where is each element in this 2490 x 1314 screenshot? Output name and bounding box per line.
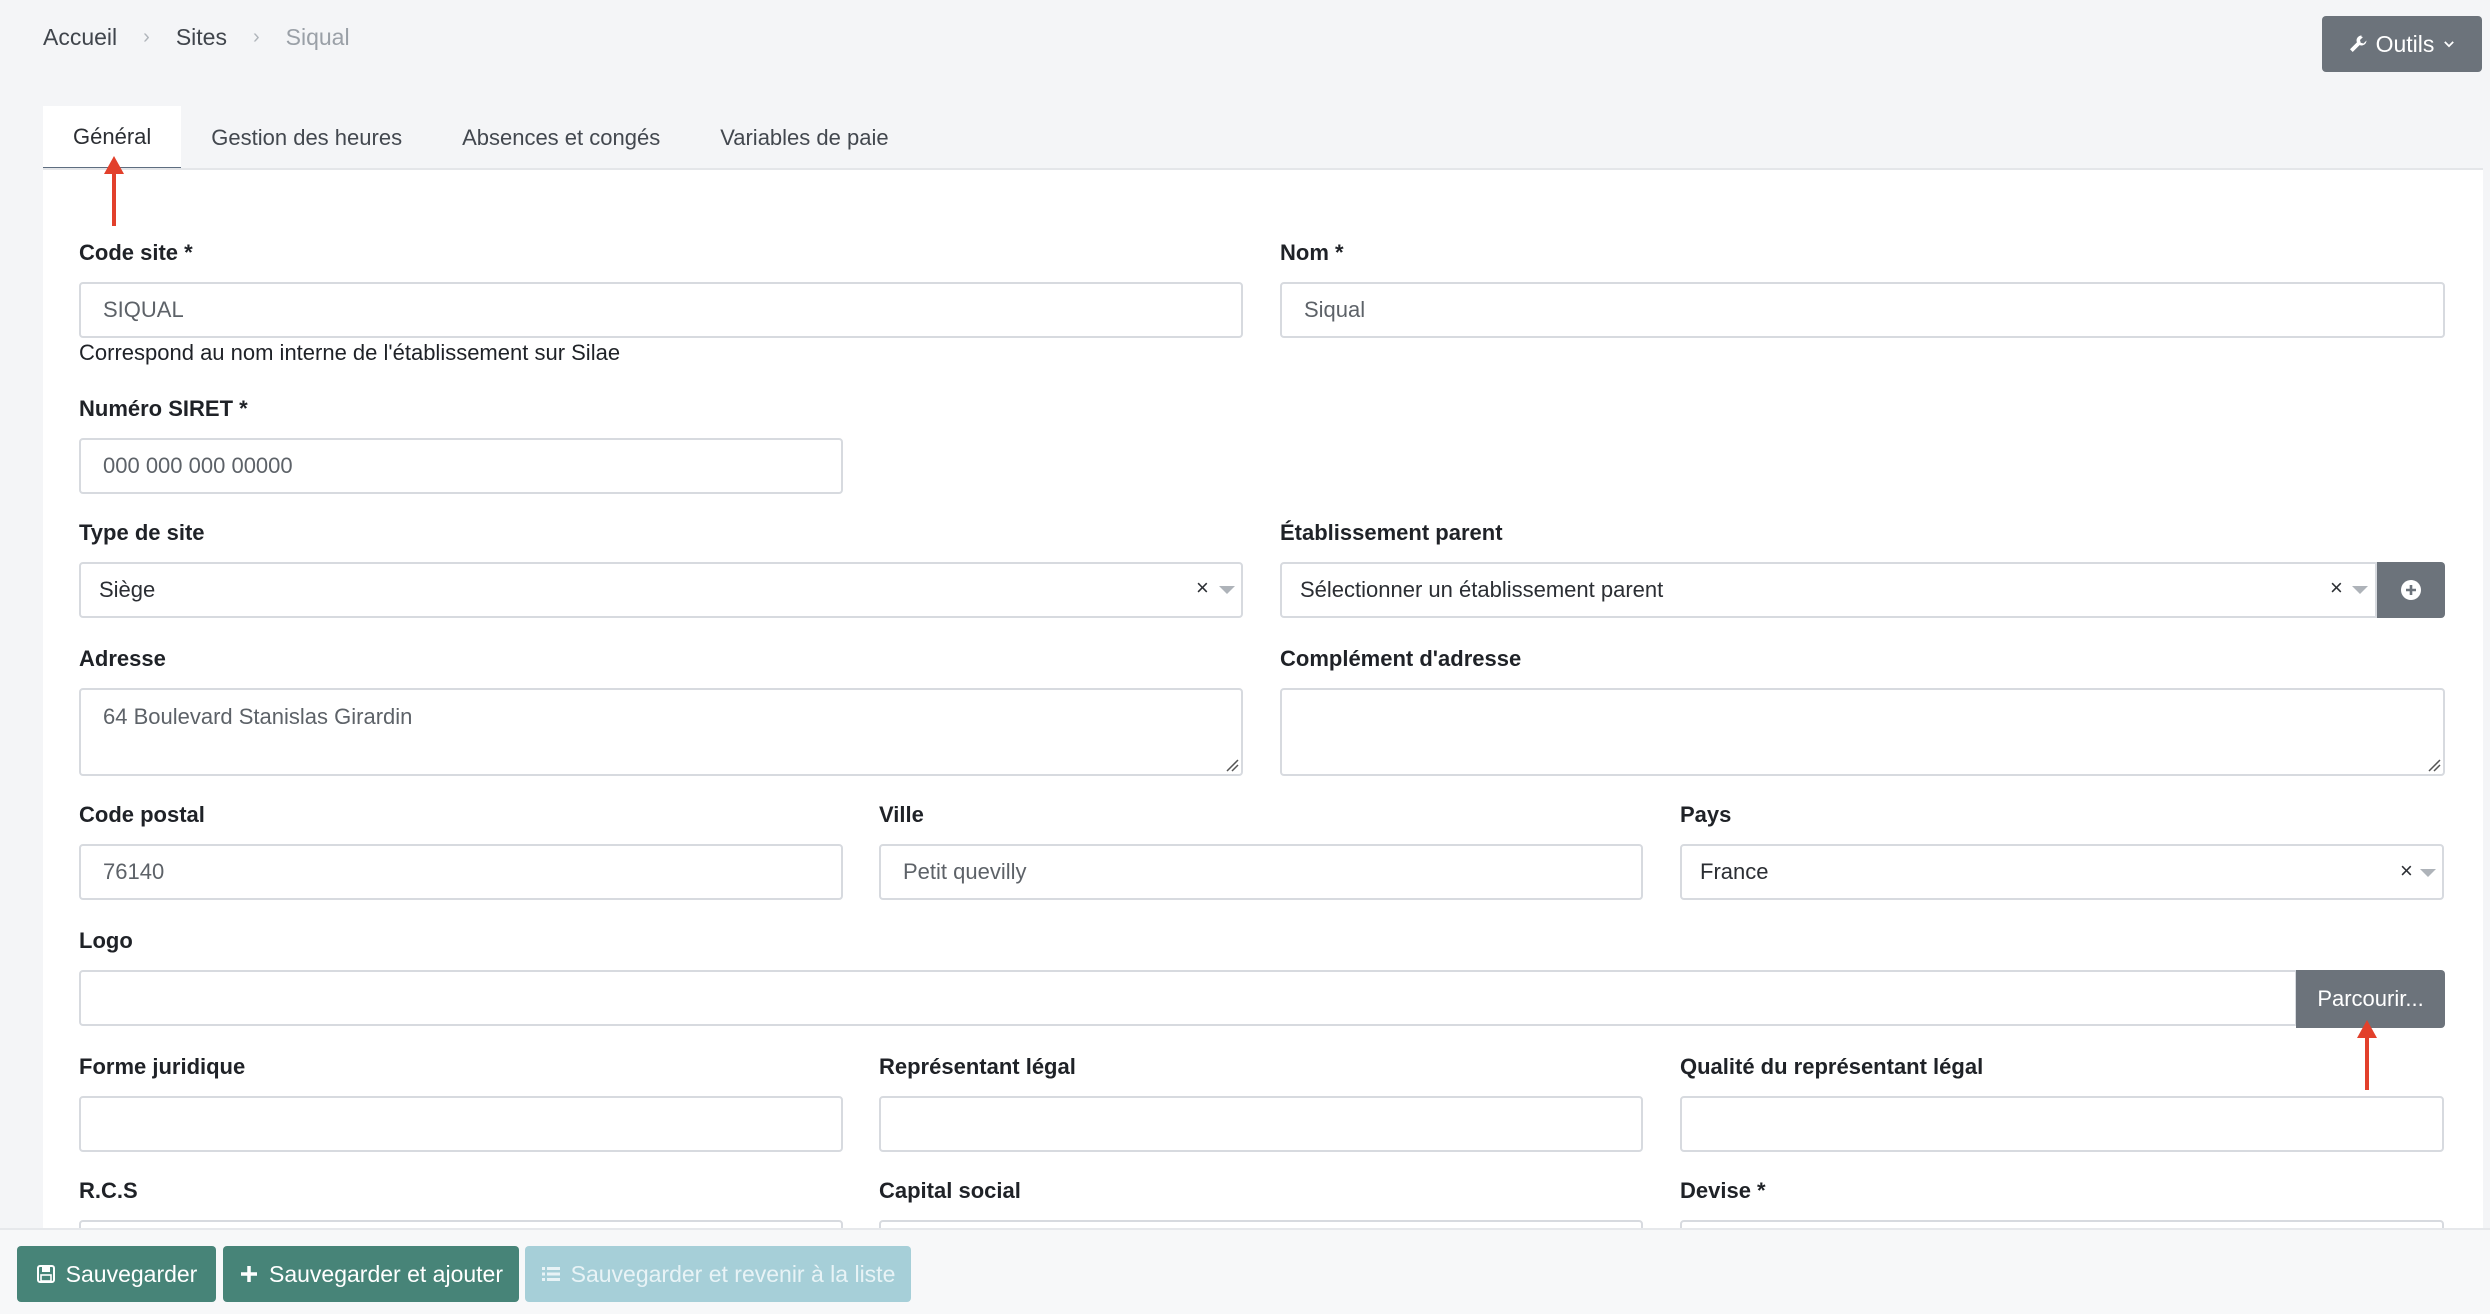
pays-value: France: [1700, 859, 1769, 884]
adresse-textarea[interactable]: 64 Boulevard Stanislas Girardin: [79, 688, 1243, 776]
ville-label: Ville: [879, 802, 924, 827]
type-site-label: Type de site: [79, 520, 205, 545]
ville-input[interactable]: Petit quevilly: [879, 844, 1643, 900]
logo-file-input[interactable]: [79, 970, 2297, 1026]
adresse-label: Adresse: [79, 646, 166, 671]
qualite-representant-label: Qualité du représentant légal: [1680, 1054, 1984, 1079]
chevron-down-icon: [2420, 869, 2436, 877]
code-site-label: Code site *: [79, 240, 193, 265]
plus-circle-icon: [2401, 580, 2421, 600]
breadcrumb-separator: ›: [252, 26, 260, 48]
code-postal-input[interactable]: 76140: [79, 844, 843, 900]
etab-parent-select[interactable]: Sélectionner un établissement parent: [1280, 562, 2377, 618]
annotation-arrow-browse: [2357, 1020, 2377, 1090]
tools-button[interactable]: Outils: [2322, 16, 2482, 72]
wrench-icon: [2349, 35, 2367, 52]
breadcrumb-separator: ›: [143, 26, 150, 48]
annotation-arrow-tab: [104, 156, 124, 226]
action-bar: Sauvegarder Sauvegarder et ajouter Sauve…: [0, 1228, 2490, 1314]
save-and-add-button[interactable]: Sauvegarder et ajouter: [223, 1246, 519, 1302]
type-site-value: Siège: [99, 577, 156, 602]
representant-input[interactable]: [879, 1096, 1643, 1152]
etab-parent-placeholder: Sélectionner un établissement parent: [1300, 577, 1664, 602]
tab-absences-conges[interactable]: Absences et congés: [432, 106, 690, 170]
forme-juridique-input[interactable]: [79, 1096, 843, 1152]
logo-label: Logo: [79, 928, 133, 953]
etab-parent-clear-icon[interactable]: ×: [2330, 575, 2343, 601]
breadcrumb-home[interactable]: Accueil: [43, 24, 117, 51]
siret-input[interactable]: 000 000 000 00000: [79, 438, 843, 494]
code-site-help: Correspond au nom interne de l'établisse…: [79, 340, 621, 365]
code-site-input[interactable]: SIQUAL: [79, 282, 1243, 338]
top-bar: Accueil › Sites › Siqual Outils: [0, 0, 2490, 80]
forme-juridique-label: Forme juridique: [79, 1054, 246, 1079]
rcs-label: R.C.S: [79, 1178, 138, 1203]
resize-handle-icon[interactable]: [1225, 758, 1239, 772]
etab-parent-label: Établissement parent: [1280, 520, 1503, 545]
breadcrumb-current: Siqual: [285, 24, 350, 50]
breadcrumb-sites[interactable]: Sites: [176, 24, 227, 51]
chevron-down-icon: [2444, 41, 2455, 48]
plus-icon: [241, 1266, 257, 1282]
list-icon: [541, 1267, 560, 1281]
nom-label: Nom *: [1280, 240, 1344, 265]
save-button-label: Sauvegarder: [65, 1260, 198, 1287]
chevron-down-icon: [1219, 586, 1235, 594]
code-postal-label: Code postal: [79, 802, 205, 827]
pays-label: Pays: [1680, 802, 1732, 827]
representant-label: Représentant légal: [879, 1054, 1076, 1079]
chevron-down-icon: [2352, 586, 2368, 594]
qualite-representant-input[interactable]: [1680, 1096, 2444, 1152]
adresse-value: 64 Boulevard Stanislas Girardin: [103, 704, 413, 729]
complement-textarea[interactable]: [1280, 688, 2445, 776]
siret-label: Numéro SIRET *: [79, 396, 248, 421]
devise-label: Devise *: [1680, 1178, 1766, 1203]
save-button[interactable]: Sauvegarder: [17, 1246, 216, 1302]
pays-select[interactable]: France: [1680, 844, 2444, 900]
save-and-return-button-label: Sauvegarder et revenir à la liste: [570, 1260, 896, 1287]
type-site-select[interactable]: Siège: [79, 562, 1243, 618]
breadcrumb: Accueil › Sites › Siqual: [43, 24, 350, 51]
resize-handle-icon[interactable]: [2427, 758, 2441, 772]
pays-clear-icon[interactable]: ×: [2400, 858, 2413, 884]
tools-button-label: Outils: [2375, 30, 2435, 57]
save-and-return-button[interactable]: Sauvegarder et revenir à la liste: [525, 1246, 911, 1302]
tab-variables-paie[interactable]: Variables de paie: [690, 106, 918, 170]
tab-gestion-heures[interactable]: Gestion des heures: [181, 106, 432, 170]
type-site-clear-icon[interactable]: ×: [1196, 575, 1209, 601]
save-and-add-button-label: Sauvegarder et ajouter: [269, 1260, 503, 1287]
tab-bar: Général Gestion des heures Absences et c…: [43, 106, 919, 170]
floppy-disk-icon: [36, 1265, 55, 1283]
capital-label: Capital social: [879, 1178, 1021, 1203]
complement-label: Complément d'adresse: [1280, 646, 1522, 671]
nom-input[interactable]: Siqual: [1280, 282, 2445, 338]
add-parent-button[interactable]: [2377, 562, 2445, 618]
